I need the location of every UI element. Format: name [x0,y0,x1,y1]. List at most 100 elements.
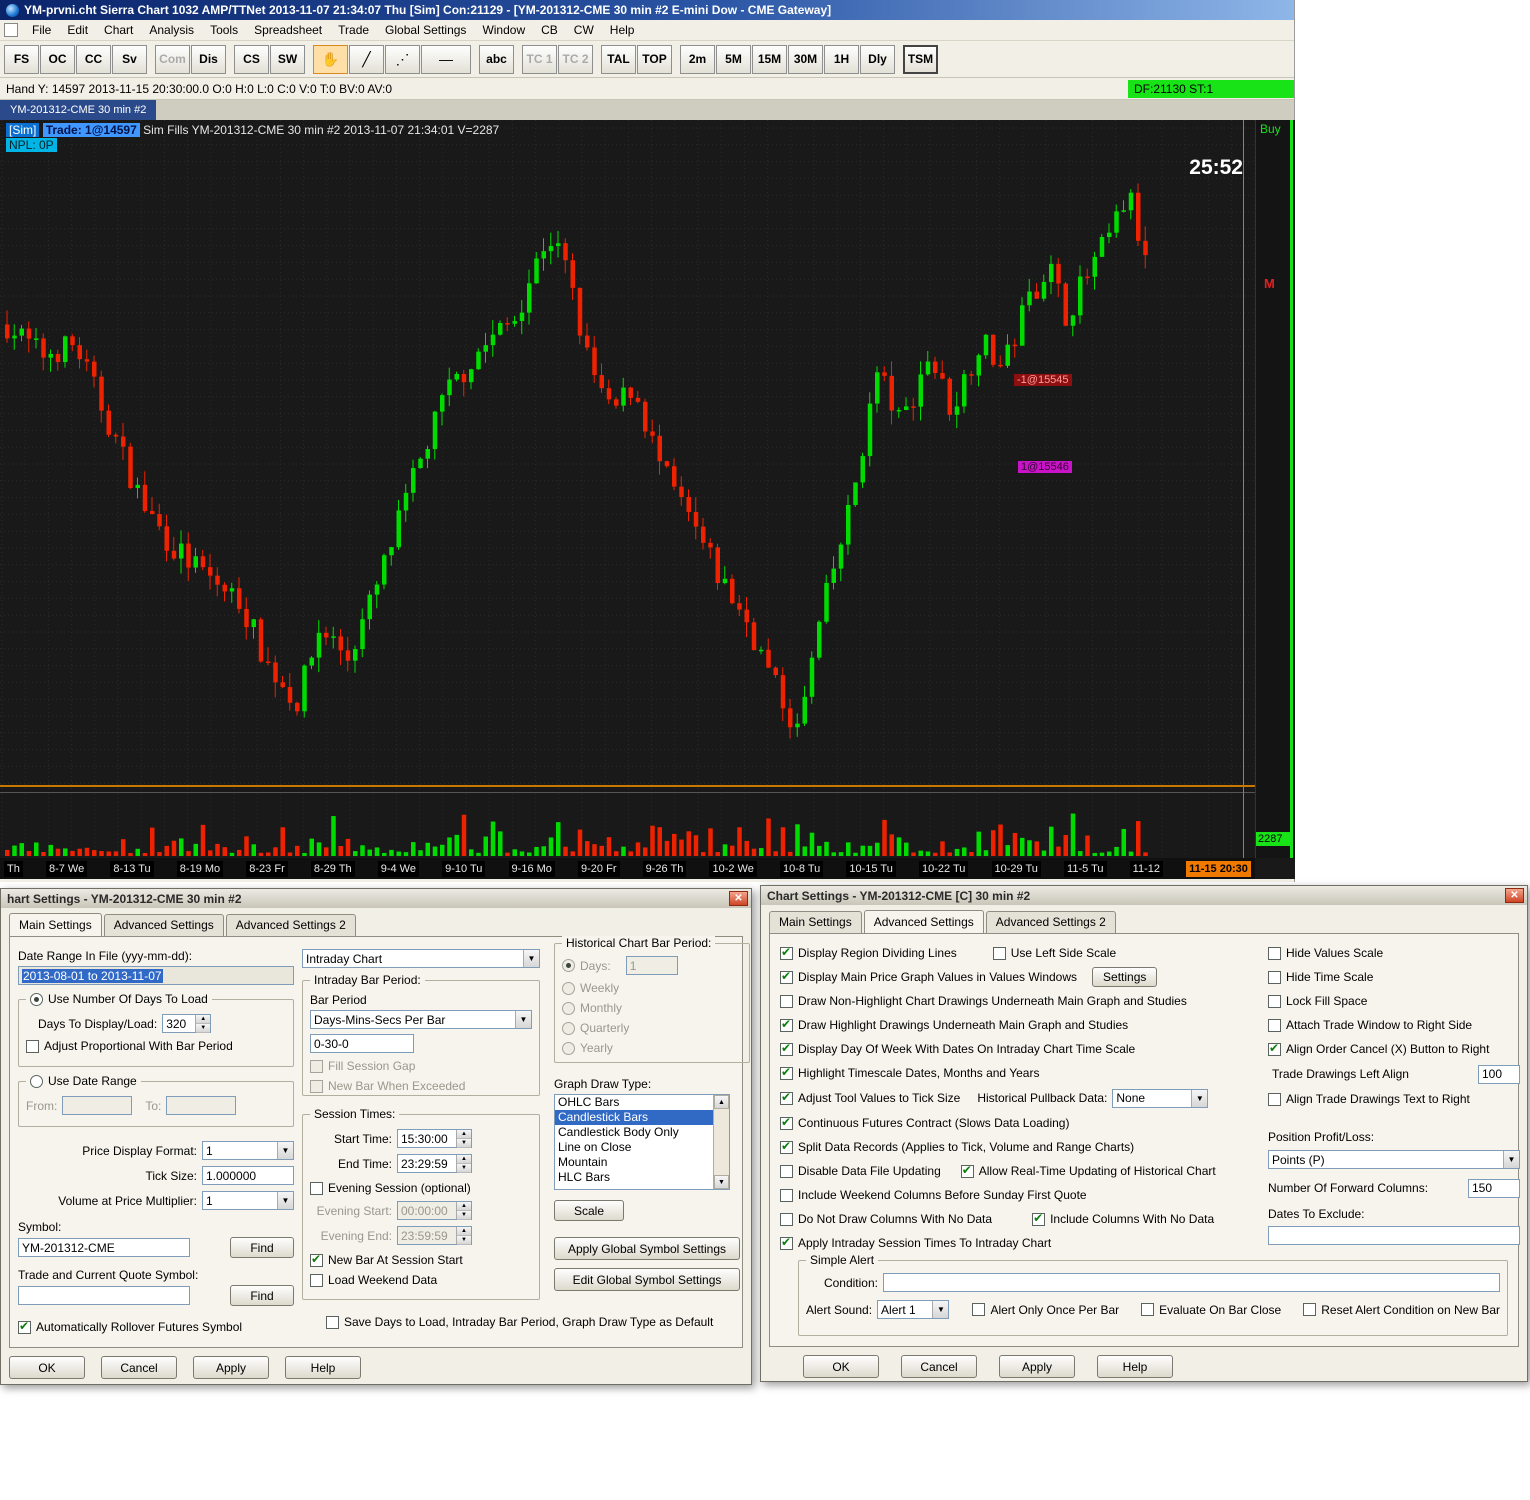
checkbox[interactable] [1141,1303,1155,1316]
checkbox[interactable] [1303,1303,1317,1316]
trade-drawings-align-field[interactable]: 100 [1478,1064,1520,1084]
checkbox[interactable] [780,994,793,1008]
graph-draw-option[interactable]: Candlestick Bars [555,1110,713,1125]
dialog-button[interactable]: Apply [193,1356,269,1379]
edit-global-symbol-settings-button[interactable]: Edit Global Symbol Settings [554,1268,740,1291]
toolbar-button[interactable]: 2m [680,44,715,74]
toolbar-button[interactable]: 30M [788,44,823,74]
session-end-stepper[interactable]: 23:29:59 ▲ ▼ [397,1154,472,1173]
checkbox[interactable] [780,1017,793,1032]
bar-period-dropdown[interactable]: Days-Mins-Secs Per Bar ▼ [310,1010,532,1029]
pullback-dropdown[interactable]: None ▼ [1112,1088,1209,1108]
dialog-tab[interactable]: Main Settings [769,911,862,934]
evening-start-stepper[interactable]: 00:00:00 ▲ ▼ [397,1201,472,1220]
checkbox[interactable] [780,1115,793,1130]
buy-order-label[interactable]: 1@15546 [1018,461,1072,473]
toolbar-button[interactable]: TSM [903,44,938,74]
price-scale[interactable]: Buy M 2287 [1255,120,1295,858]
days-radio[interactable] [562,959,575,972]
toolbar-button[interactable]: Dly [860,44,895,74]
checkbox[interactable] [1268,970,1281,984]
chart-tab[interactable]: YM-201312-CME 30 min #2 [0,100,157,120]
graph-draw-option[interactable]: Line on Close [555,1140,713,1155]
evening-session-checkbox[interactable] [310,1181,323,1195]
volume-pane[interactable] [0,794,1255,858]
checkbox[interactable] [1032,1211,1046,1226]
dialog-tab[interactable]: Advanced Settings [103,914,224,937]
evening-end-stepper[interactable]: 23:59:59 ▲ ▼ [397,1226,472,1245]
load-weekend-checkbox[interactable] [310,1273,323,1287]
menu-item[interactable]: Analysis [141,21,202,39]
new-bar-session-start-checkbox[interactable] [310,1252,323,1267]
use-date-range-radio[interactable] [30,1074,43,1088]
toolbar-button[interactable]: TC 2 [558,44,593,74]
weekly-radio[interactable] [562,981,575,995]
checkbox[interactable] [780,1065,793,1080]
menu-item[interactable]: CW [566,21,602,39]
monthly-radio[interactable] [562,1001,575,1015]
checkbox[interactable] [780,969,793,984]
graph-draw-option[interactable]: Mountain [555,1155,713,1170]
values-settings-button[interactable]: Settings [1092,967,1158,987]
date-range-field[interactable]: 2013-08-01 to 2013-11-07 [18,966,294,985]
forward-columns-field[interactable]: 150 [1468,1178,1520,1198]
menu-item[interactable]: Spreadsheet [246,21,330,39]
toolbar-button[interactable]: OC [40,44,75,74]
dates-to-exclude-field[interactable] [1268,1226,1520,1245]
graph-draw-type-listbox[interactable]: ▲ ▼ OHLC Bars Candlestick Bars Candlestick … [554,1094,730,1190]
checkbox[interactable] [780,1212,793,1226]
price-pane[interactable] [0,120,1255,792]
checkbox[interactable] [780,1188,793,1202]
dialog-button[interactable]: Help [285,1356,361,1379]
toolbar-button[interactable]: SW [270,44,305,74]
scale-button[interactable]: Scale [554,1200,624,1221]
sell-order-label[interactable]: -1@15545 [1014,374,1072,386]
rollover-checkbox[interactable] [18,1319,31,1334]
dialog-button[interactable]: Cancel [901,1355,977,1378]
yearly-radio[interactable] [562,1041,575,1055]
from-date-field[interactable] [62,1096,133,1115]
find-symbol-button[interactable]: Find [230,1237,294,1258]
menu-item[interactable]: Trade [330,21,377,39]
toolbar-button[interactable]: 15M [752,44,787,74]
menu-item[interactable]: Chart [96,21,141,39]
checkbox[interactable] [780,1235,793,1250]
to-date-field[interactable] [166,1096,237,1115]
graph-draw-option[interactable]: OHLC Bars [555,1095,713,1110]
listbox-scrollbar[interactable]: ▲ ▼ [713,1095,729,1189]
dialog-button[interactable]: OK [9,1356,85,1379]
checkbox[interactable] [1268,994,1281,1008]
checkbox[interactable] [1268,946,1281,960]
chart-type-dropdown[interactable]: Intraday Chart ▼ [302,949,540,968]
dialog-button[interactable]: Help [1097,1355,1173,1378]
close-icon[interactable]: ✕ [1505,888,1524,903]
checkbox[interactable] [780,1139,793,1154]
toolbar-button[interactable]: ⋰ [385,44,420,74]
price-display-dropdown[interactable]: 1 ▼ [202,1141,294,1160]
menu-item[interactable]: CB [533,21,566,39]
checkbox[interactable] [960,1163,974,1178]
toolbar-button[interactable]: TC 1 [522,44,557,74]
tick-size-field[interactable]: 1.000000 [202,1166,294,1185]
toolbar-button[interactable]: ✋ [313,44,348,74]
dialog-tab[interactable]: Main Settings [9,913,102,936]
graph-draw-option[interactable]: HLC Bars [555,1170,713,1185]
toolbar-button[interactable]: TAL [601,44,636,74]
dialog-tab[interactable]: Advanced Settings 2 [225,914,356,937]
session-start-stepper[interactable]: 15:30:00 ▲ ▼ [397,1129,472,1148]
toolbar-button[interactable]: abc [479,44,514,74]
toolbar-button[interactable]: Com [155,44,190,74]
checkbox[interactable] [780,945,793,960]
graph-draw-option[interactable]: Candlestick Body Only [555,1125,713,1140]
menu-item[interactable]: Window [474,21,533,39]
toolbar-button[interactable]: 5M [716,44,751,74]
checkbox[interactable] [972,1303,986,1316]
toolbar-button[interactable]: Dis [191,44,226,74]
find-quote-symbol-button[interactable]: Find [230,1285,294,1306]
toolbar-button[interactable]: CS [234,44,269,74]
toolbar-button[interactable]: Sv [112,44,147,74]
new-bar-exceeded-checkbox[interactable] [310,1079,323,1093]
menu-item[interactable]: Help [602,21,643,39]
menu-item[interactable]: File [24,21,59,39]
position-pl-dropdown[interactable]: Points (P) ▼ [1268,1150,1520,1169]
